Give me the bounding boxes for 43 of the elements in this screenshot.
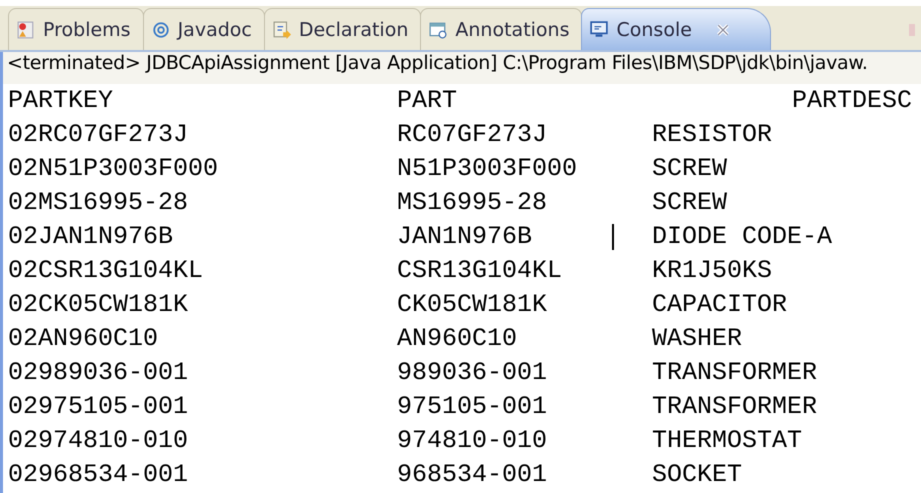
window-at-icon [429,20,448,38]
monitor-icon [590,20,608,38]
column-heading: PART [397,85,458,117]
document-arrow-icon [272,20,291,38]
output-text: 02CK05CW181K [8,289,190,321]
output-text: 02989036-001 [8,357,190,389]
view-tab[interactable]: Console [581,8,771,50]
output-text: AN960C10 [397,323,518,355]
output-text: 975105-001 [397,391,548,423]
output-text: 02975105-001 [8,391,190,423]
output-text: CK05CW181K [397,289,548,321]
output-text: SCREW [652,153,728,185]
output-text: 974810-010 [397,425,548,457]
output-text: CSR13G104KL [397,255,564,287]
output-text: JAN1N976B [397,221,534,253]
output-text: TRANSFORMER [652,391,818,423]
output-text: DIODE CODE-A [652,221,832,253]
output-text: 02968534-001 [8,459,190,491]
close-icon[interactable] [716,22,730,36]
output-text: RESISTOR [652,119,772,151]
output-text: 02MS16995-28 [8,187,190,219]
output-text: MS16995-28 [397,187,548,219]
output-text: 02N51P3003F000 [8,153,220,185]
output-text: CAPACITOR [652,289,788,321]
output-text: 02974810-010 [8,425,190,457]
output-text: TRANSFORMER [652,357,818,389]
output-text: 02CSR13G104KL [8,255,204,287]
view-tab[interactable]: Problems [8,8,144,50]
output-text: THERMOSTAT [652,425,802,457]
output-text: 02RC07GF273J [8,119,190,151]
output-text: 989036-001 [397,357,548,389]
output-text: KR1J50KS [652,255,772,287]
output-text: WASHER [652,323,742,355]
column-heading: PARTDESC [790,85,912,117]
output-text: SOCKET [652,459,742,491]
output-text: N51P3003F000 [397,153,578,185]
output-text: RC07GF273J [397,119,548,151]
output-text: 968534-001 [397,459,548,491]
column-heading: PARTKEY [8,85,114,117]
problems-icon [17,20,35,38]
output-text: 02AN960C10 [8,323,160,355]
output-text: SCREW [652,187,728,219]
output-text: 02JAN1N976B [8,221,174,253]
